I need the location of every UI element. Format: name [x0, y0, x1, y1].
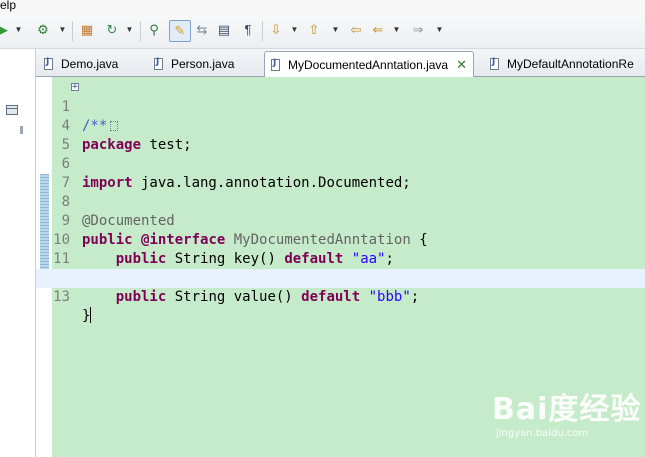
restore-view-icon[interactable]	[6, 105, 18, 115]
tab-label: MyDocumentedAnntation.java	[288, 57, 449, 72]
pilcrow-icon[interactable]: ¶	[240, 20, 256, 40]
editor-tab-bar: Demo.java Person.java MyDocumentedAnntat…	[36, 49, 645, 77]
code-line[interactable]: 7	[36, 155, 645, 191]
code-line[interactable]: 4 package test;	[36, 98, 645, 153]
keyword: public	[115, 289, 167, 305]
outline-icon[interactable]: ▤	[216, 20, 232, 40]
toggle-icon[interactable]: ⇆	[194, 20, 210, 40]
last-edit-icon[interactable]: ⇦	[348, 20, 364, 40]
watermark: Bai度经验 jingyan.baidu.com	[492, 384, 642, 454]
collapsed-view-strip	[0, 49, 36, 457]
code-line[interactable]: 12 public String value() default "bbb";	[36, 250, 645, 305]
code-line[interactable]: 1 /**	[36, 79, 645, 134]
toolbar-separator	[72, 21, 73, 41]
code-line[interactable]: 5	[36, 117, 645, 153]
java-file-icon	[490, 57, 499, 70]
code-text: ;	[410, 289, 420, 305]
run-dropdown-icon[interactable]: ▼	[14, 20, 23, 40]
string-literal: "bbb"	[368, 289, 411, 305]
toolbar-separator	[262, 21, 263, 41]
next-annotation-icon[interactable]: ⇩	[268, 20, 284, 40]
tab-demo-java[interactable]: Demo.java	[44, 52, 118, 75]
tab-label: MyDefaultAnnotationRe	[507, 56, 634, 71]
back-icon[interactable]: ⇐	[370, 20, 386, 40]
refresh-icon[interactable]: ↻	[104, 20, 120, 40]
code-text: }	[82, 308, 91, 324]
highlight-icon[interactable]: ✎	[169, 20, 191, 42]
search-icon[interactable]: ⚲	[146, 20, 162, 40]
debug-icon[interactable]: ⚙	[34, 20, 52, 40]
text-caret	[90, 307, 92, 323]
menu-bar: elp	[0, 0, 645, 14]
java-file-icon	[44, 57, 53, 70]
expand-fold-icon[interactable]: +	[71, 83, 79, 92]
java-file-icon	[154, 57, 163, 70]
java-file-icon	[271, 58, 280, 71]
forward-dropdown-icon[interactable]: ▼	[435, 20, 444, 40]
debug-dropdown-icon[interactable]: ▼	[58, 20, 67, 40]
view-marker	[20, 126, 23, 134]
forward-icon[interactable]: ⇒	[410, 20, 426, 40]
watermark-logo: Bai度经验	[492, 392, 642, 427]
tab-person-java[interactable]: Person.java	[154, 52, 234, 75]
tab-mydocumentedanntation-java[interactable]: MyDocumentedAnntation.java ✕	[264, 51, 474, 77]
back-dropdown-icon[interactable]: ▼	[392, 20, 401, 40]
line-number: 13	[53, 289, 70, 305]
prev-annotation-icon[interactable]: ⇧	[306, 20, 322, 40]
code-line[interactable]: 6 import java.lang.annotation.Documented…	[36, 136, 645, 191]
toolbar: ▶ ▼ ⚙ ▼ ▦ ↻ ▼ ⚲ ✎ ⇆ ▤ ¶ ⇩ ▼ ⇧ ▼ ⇦ ⇐ ▼ ⇒ …	[0, 14, 645, 49]
current-line[interactable]: 13 }	[36, 269, 645, 324]
package-icon[interactable]: ▦	[79, 20, 95, 40]
next-annotation-dropdown-icon[interactable]: ▼	[290, 20, 299, 40]
code-text: String value()	[166, 289, 302, 305]
watermark-url: jingyan.baidu.com	[496, 428, 589, 439]
keyword: default	[301, 289, 361, 305]
code-line[interactable]: 10 public String key() default "aa";	[36, 212, 645, 267]
run-icon[interactable]: ▶	[0, 20, 10, 40]
prev-annotation-dropdown-icon[interactable]: ▼	[331, 20, 340, 40]
refresh-dropdown-icon[interactable]: ▼	[125, 20, 134, 40]
code-line[interactable]: 11	[36, 231, 645, 267]
tab-mydefaultannotation[interactable]: MyDefaultAnnotationRe	[490, 52, 634, 75]
menu-help[interactable]: elp	[0, 0, 16, 12]
toolbar-separator	[140, 21, 141, 41]
code-line[interactable]: 8 @Documented	[36, 174, 645, 229]
tab-label: Person.java	[171, 56, 235, 71]
code-line[interactable]: 9 public @interface MyDocumentedAnntatio…	[36, 193, 645, 248]
tab-label: Demo.java	[61, 56, 119, 71]
close-icon[interactable]: ✕	[456, 57, 467, 73]
